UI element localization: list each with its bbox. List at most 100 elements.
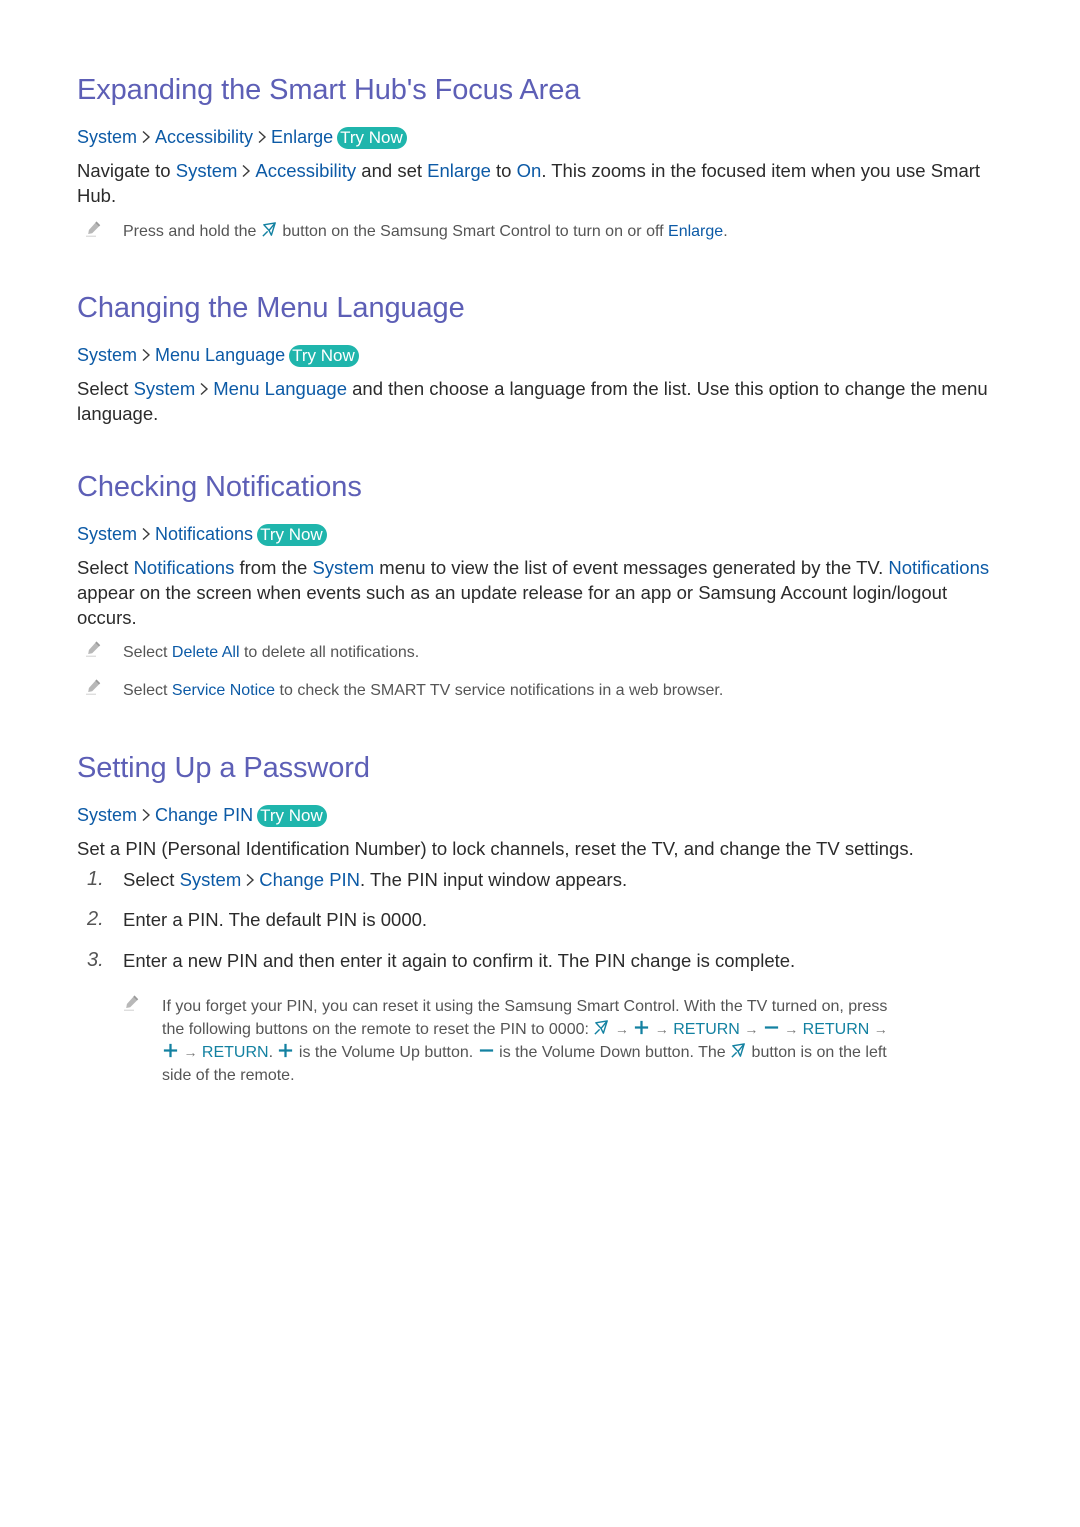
menu-path: System Notifications Try Now xyxy=(77,522,327,546)
menu-path: System Change PIN Try Now xyxy=(77,803,327,827)
try-now-button[interactable]: Try Now xyxy=(257,805,327,827)
pencil-icon xyxy=(123,993,141,1011)
path-item-system[interactable]: System xyxy=(77,805,137,825)
right-arrow-icon: → xyxy=(873,1021,888,1037)
note-text: to delete all notifications. xyxy=(239,644,420,661)
section-title: Expanding the Smart Hub's Focus Area xyxy=(77,74,581,106)
link-delete-all[interactable]: Delete All xyxy=(172,644,240,661)
plus-icon xyxy=(162,1042,179,1059)
chevron-right-icon xyxy=(141,527,151,541)
link-system[interactable]: System xyxy=(176,160,238,181)
link-change-pin[interactable]: Change PIN xyxy=(259,869,360,890)
chevron-right-icon xyxy=(141,130,151,144)
smart-hub-button-icon xyxy=(261,221,278,238)
body-text: Select xyxy=(77,557,134,578)
minus-icon xyxy=(763,1019,780,1036)
step-number: 1. xyxy=(87,868,104,890)
link-notifications[interactable]: Notifications xyxy=(134,557,235,578)
try-now-button[interactable]: Try Now xyxy=(257,524,327,546)
return-key-label: RETURN xyxy=(802,1021,870,1038)
note-text: Press and hold the xyxy=(123,223,261,240)
step-text: Select xyxy=(123,869,180,890)
return-key-label: RETURN xyxy=(201,1044,269,1061)
section-password: Setting Up a Password System Change PIN Tr… xyxy=(77,750,1002,1084)
section-body: Navigate to System Accessibility and set … xyxy=(77,158,1002,208)
body-text: to xyxy=(490,160,517,181)
link-enlarge[interactable]: Enlarge xyxy=(427,160,491,181)
section-body: Set a PIN (Personal Identification Numbe… xyxy=(77,838,914,859)
note-text: the following buttons on the remote to r… xyxy=(162,1021,594,1038)
link-notifications[interactable]: Notifications xyxy=(888,557,989,578)
link-enlarge[interactable]: Enlarge xyxy=(668,223,723,240)
body-text: and set xyxy=(356,160,428,181)
path-item-system[interactable]: System xyxy=(77,127,137,147)
pencil-icon xyxy=(85,219,103,237)
minus-icon xyxy=(478,1042,495,1059)
step-number: 3. xyxy=(87,949,104,971)
chevron-right-icon xyxy=(141,348,151,362)
note-text: button on the Samsung Smart Control to t… xyxy=(277,223,669,240)
note-service-notice: Select Service Notice to check the SMART… xyxy=(123,679,723,702)
menu-path: System Accessibility Enlarge Try Now xyxy=(77,125,407,149)
body-text: from the xyxy=(234,557,313,578)
link-system[interactable]: System xyxy=(312,557,374,578)
try-now-button[interactable]: Try Now xyxy=(289,345,359,367)
step-text: Enter a new PIN and then enter it again … xyxy=(123,950,796,971)
step-number: 2. xyxy=(87,908,104,930)
path-item-change-pin[interactable]: Change PIN xyxy=(155,805,253,825)
path-item-menu-language[interactable]: Menu Language xyxy=(155,345,285,365)
note-forgot-pin: If you forget your PIN, you can reset it… xyxy=(162,995,1002,1087)
note-text: is the Volume Down button. The xyxy=(494,1044,731,1061)
section-menu-language: Changing the Menu Language System Menu La… xyxy=(77,290,1002,424)
section-notifications: Checking Notifications System Notificatio… xyxy=(77,469,1002,699)
right-arrow-icon: → xyxy=(183,1044,198,1060)
right-arrow-icon: → xyxy=(614,1021,629,1037)
value-on: On xyxy=(516,160,542,181)
plus-icon xyxy=(633,1019,650,1036)
plus-icon xyxy=(277,1042,294,1059)
right-arrow-icon: → xyxy=(784,1021,799,1037)
step-text: Enter a PIN. The default PIN is 0000. xyxy=(123,909,428,930)
link-system[interactable]: System xyxy=(180,869,242,890)
note-line: → RETURN. is the Volume Up button. is th… xyxy=(162,1041,1002,1064)
body-text: Select xyxy=(77,378,134,399)
note-text: Select xyxy=(123,644,172,661)
return-key-label: RETURN xyxy=(673,1021,740,1038)
smart-hub-button-icon xyxy=(730,1042,747,1059)
note-line: If you forget your PIN, you can reset it… xyxy=(162,998,888,1015)
body-text: Navigate to xyxy=(77,160,176,181)
pencil-icon xyxy=(85,639,103,657)
note: Press and hold the button on the Samsung… xyxy=(123,220,728,243)
section-title: Checking Notifications xyxy=(77,471,362,503)
link-system[interactable]: System xyxy=(134,378,196,399)
section-title: Setting Up a Password xyxy=(77,752,370,784)
link-accessibility[interactable]: Accessibility xyxy=(255,160,356,181)
path-item-notifications[interactable]: Notifications xyxy=(155,524,253,544)
note-delete-all: Select Delete All to delete all notifica… xyxy=(123,641,419,664)
chevron-right-icon xyxy=(257,130,267,144)
try-now-button[interactable]: Try Now xyxy=(337,127,407,149)
smart-hub-button-icon xyxy=(593,1019,610,1036)
path-item-accessibility[interactable]: Accessibility xyxy=(155,127,253,147)
section-body: Select System Menu Language and then choo… xyxy=(77,376,1002,426)
link-menu-language[interactable]: Menu Language xyxy=(213,378,347,399)
chevron-right-icon xyxy=(241,164,251,178)
section-body: Select Notifications from the System men… xyxy=(77,555,1002,630)
path-item-system[interactable]: System xyxy=(77,345,137,365)
note-line: side of the remote. xyxy=(162,1067,295,1084)
path-item-system[interactable]: System xyxy=(77,524,137,544)
chevron-right-icon xyxy=(141,808,151,822)
note-text: Select xyxy=(123,682,172,699)
chevron-right-icon xyxy=(245,873,255,887)
right-arrow-icon: → xyxy=(744,1021,759,1037)
note-text: . xyxy=(723,223,728,240)
path-item-enlarge[interactable]: Enlarge xyxy=(271,127,333,147)
section-title: Changing the Menu Language xyxy=(77,292,465,324)
right-arrow-icon: → xyxy=(654,1021,669,1037)
note-text: is the Volume Up button. xyxy=(294,1044,478,1061)
note-text: button is on the left xyxy=(747,1044,887,1061)
body-text: menu to view the list of event messages … xyxy=(374,557,889,578)
note-text: to check the SMART TV service notificati… xyxy=(275,682,724,699)
body-text: appear on the screen when events such as… xyxy=(77,582,948,628)
link-service-notice[interactable]: Service Notice xyxy=(172,682,275,699)
